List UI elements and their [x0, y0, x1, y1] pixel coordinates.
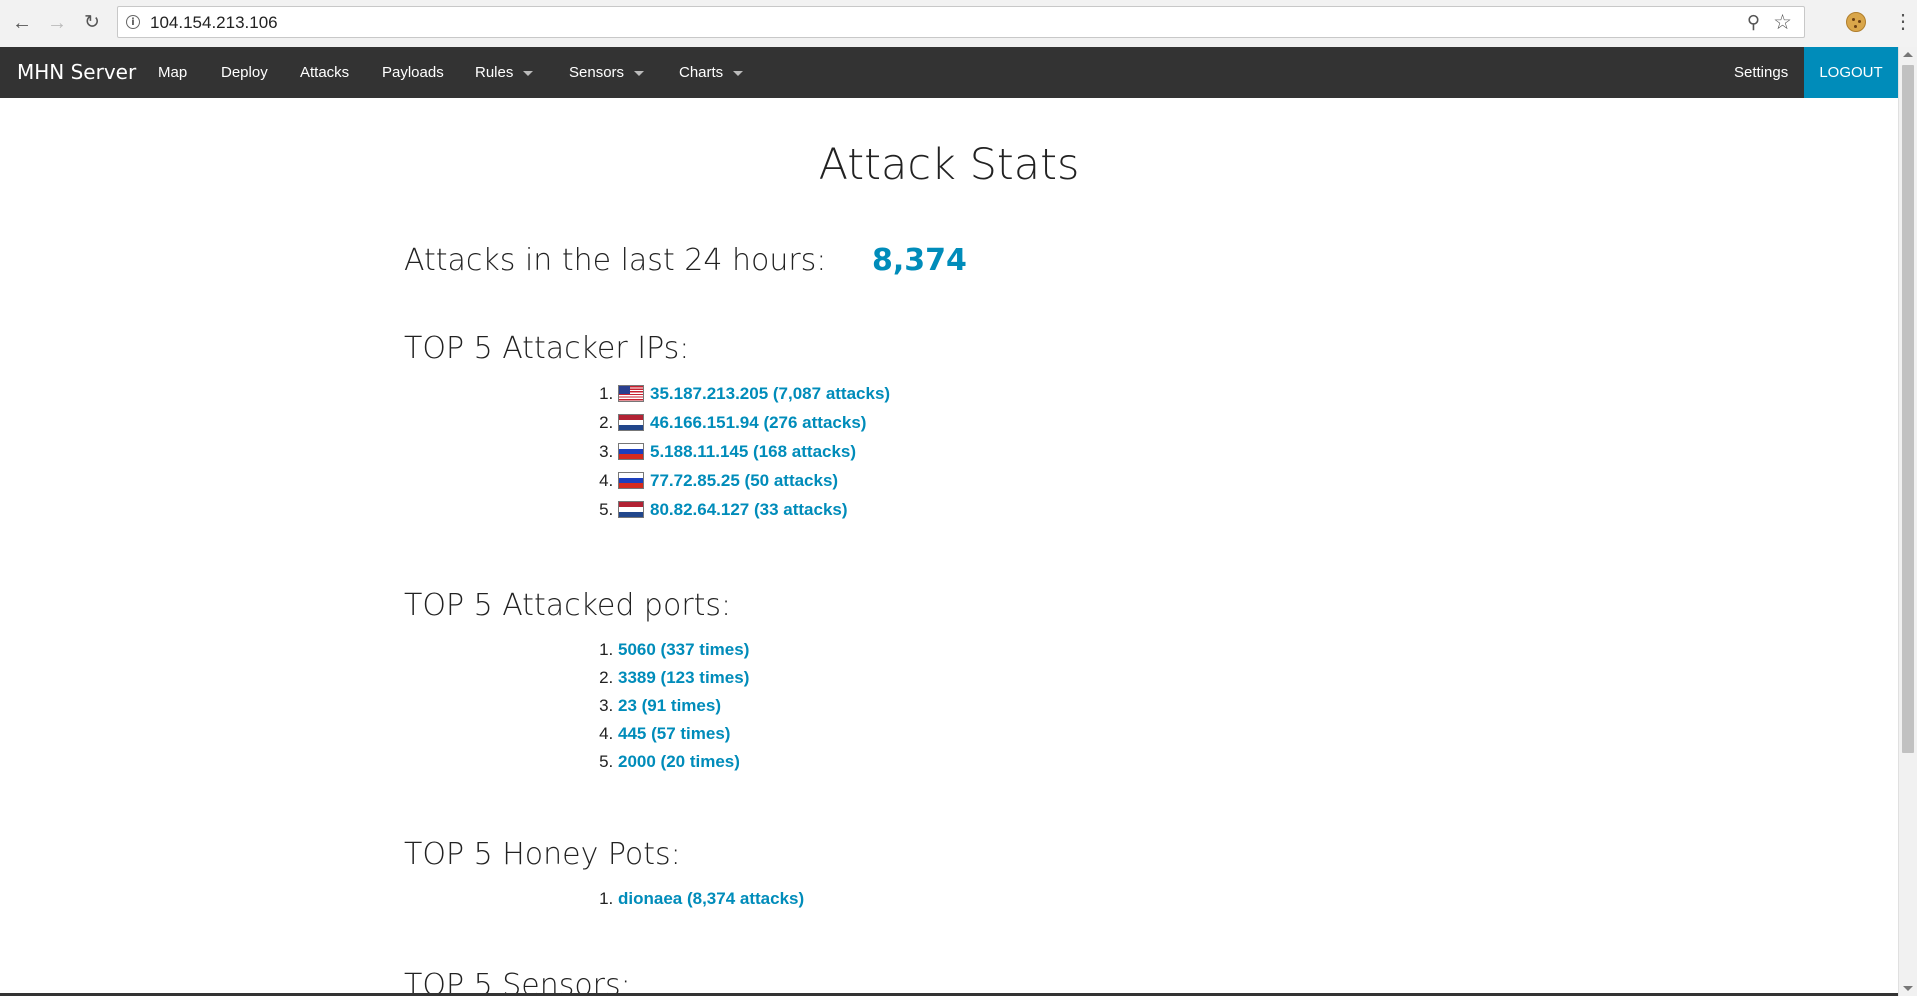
list-item: 77.72.85.25 (50 attacks) [618, 466, 890, 495]
kebab-menu-icon[interactable]: ⋮ [1893, 10, 1913, 34]
browser-toolbar: ← → ↻ i 104.154.213.106 ⚲ ☆ ⋮ [0, 0, 1917, 48]
nav-sensors-label: Sensors [569, 64, 625, 81]
top-ips-heading: TOP 5 Attacker IPs: [404, 331, 690, 366]
list-item: 5.188.11.145 (168 attacks) [618, 437, 890, 466]
arrow-right-icon[interactable]: → [46, 12, 68, 34]
nav-charts-label: Charts [679, 64, 724, 81]
port-link[interactable]: 2000 (20 times) [618, 752, 740, 771]
list-item: 46.166.151.94 (276 attacks) [618, 408, 890, 437]
nav-rules-dropdown[interactable]: Rules [475, 47, 534, 98]
nav-rules-label: Rules [475, 64, 514, 81]
ru-flag-icon [618, 472, 644, 489]
nav-deploy[interactable]: Deploy [221, 47, 268, 98]
port-link[interactable]: 23 (91 times) [618, 696, 721, 715]
zoom-icon[interactable]: ⚲ [1747, 12, 1760, 33]
list-item: 3389 (123 times) [618, 664, 749, 692]
scroll-up-icon[interactable] [1903, 52, 1913, 57]
attacker-ip-link[interactable]: 80.82.64.127 (33 attacks) [650, 500, 848, 519]
address-bar[interactable]: i 104.154.213.106 ⚲ ☆ [117, 6, 1805, 38]
nl-flag-icon [618, 501, 644, 518]
attacker-ip-link[interactable]: 5.188.11.145 (168 attacks) [650, 442, 856, 461]
brand-link[interactable]: MHN Server [17, 47, 136, 98]
ru-flag-icon [618, 443, 644, 460]
nav-sensors-dropdown[interactable]: Sensors [569, 47, 645, 98]
top-ips-list: 35.187.213.205 (7,087 attacks) 46.166.15… [590, 379, 890, 524]
port-link[interactable]: 3389 (123 times) [618, 668, 749, 687]
arrow-left-icon[interactable]: ← [11, 12, 33, 34]
honeypot-link[interactable]: dionaea (8,374 attacks) [618, 889, 804, 908]
logout-button[interactable]: LOGOUT [1804, 47, 1898, 98]
top-honeypots-heading: TOP 5 Honey Pots: [404, 837, 681, 872]
attacker-ip-link[interactable]: 77.72.85.25 (50 attacks) [650, 471, 838, 490]
us-flag-icon [618, 385, 644, 402]
port-link[interactable]: 5060 (337 times) [618, 640, 749, 659]
url-text[interactable]: 104.154.213.106 [150, 7, 278, 39]
list-item: 5060 (337 times) [618, 636, 749, 664]
top-ports-list: 5060 (337 times) 3389 (123 times) 23 (91… [590, 636, 749, 776]
list-item: dionaea (8,374 attacks) [618, 885, 804, 913]
info-icon[interactable]: i [126, 15, 140, 29]
caret-down-icon [634, 70, 645, 76]
attacks-24h-value: 8,374 [872, 243, 967, 278]
port-link[interactable]: 445 (57 times) [618, 724, 730, 743]
caret-down-icon [523, 70, 534, 76]
list-item: 2000 (20 times) [618, 748, 749, 776]
list-item: 445 (57 times) [618, 720, 749, 748]
nav-settings[interactable]: Settings [1734, 47, 1788, 98]
list-item: 23 (91 times) [618, 692, 749, 720]
page-title: Attack Stats [818, 140, 1080, 190]
reload-icon[interactable]: ↻ [81, 12, 103, 34]
top-sensors-heading: TOP 5 Sensors: [404, 968, 631, 1003]
top-ports-heading: TOP 5 Attacked ports: [404, 588, 732, 623]
page-scrollbar[interactable] [1898, 47, 1917, 996]
attacker-ip-link[interactable]: 46.166.151.94 (276 attacks) [650, 413, 866, 432]
nav-payloads[interactable]: Payloads [382, 47, 444, 98]
nav-map[interactable]: Map [158, 47, 187, 98]
list-item: 80.82.64.127 (33 attacks) [618, 495, 890, 524]
nav-attacks[interactable]: Attacks [300, 47, 349, 98]
scroll-down-icon[interactable] [1903, 986, 1913, 991]
attacker-ip-link[interactable]: 35.187.213.205 (7,087 attacks) [650, 384, 890, 403]
top-navbar: MHN Server Map Deploy Attacks Payloads R… [0, 47, 1898, 98]
scroll-thumb[interactable] [1902, 65, 1914, 753]
top-honeypots-list: dionaea (8,374 attacks) [590, 885, 804, 913]
list-item: 35.187.213.205 (7,087 attacks) [618, 379, 890, 408]
cookie-icon[interactable] [1846, 12, 1866, 32]
star-icon[interactable]: ☆ [1773, 10, 1792, 35]
attacks-24h-label: Attacks in the last 24 hours: [404, 243, 827, 278]
caret-down-icon [733, 70, 744, 76]
nav-charts-dropdown[interactable]: Charts [679, 47, 744, 98]
nl-flag-icon [618, 414, 644, 431]
